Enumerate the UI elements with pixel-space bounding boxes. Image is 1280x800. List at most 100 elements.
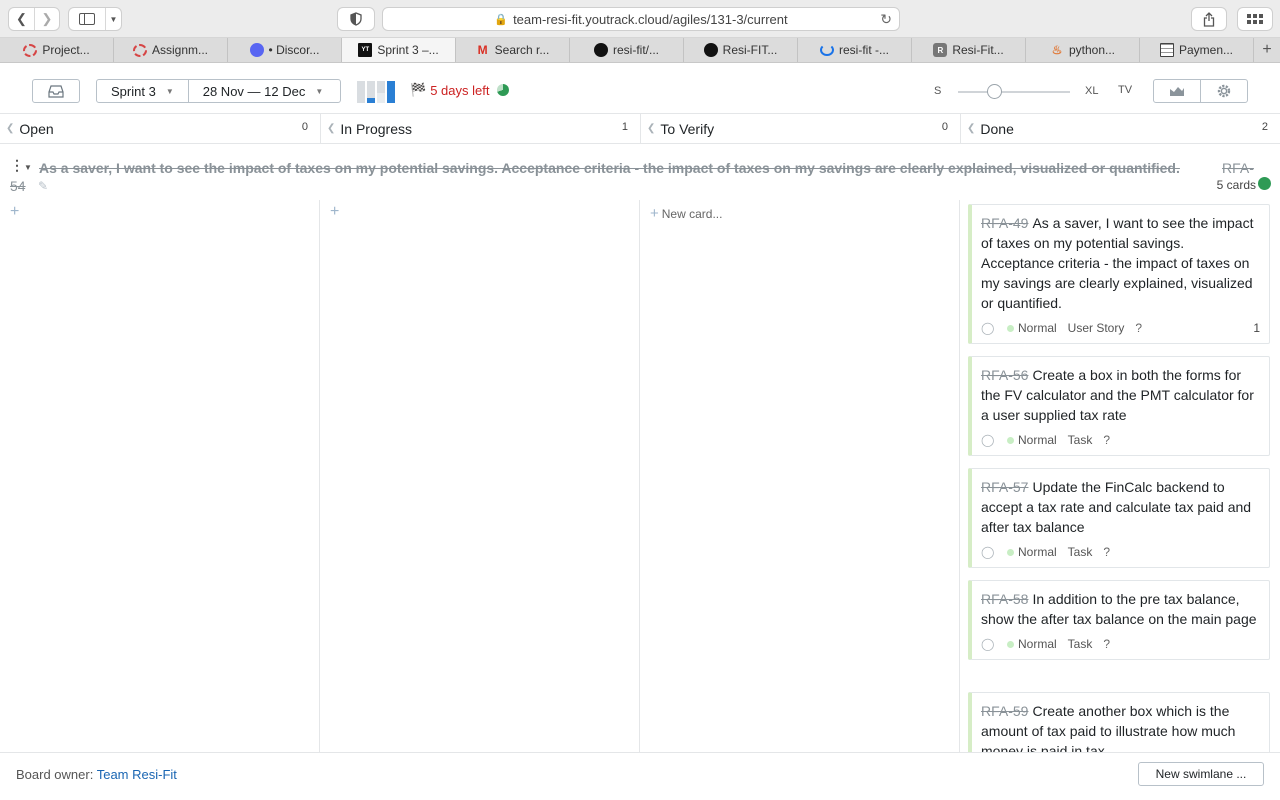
priority-color-icon	[1007, 548, 1014, 556]
card-issue-id[interactable]: RFA-57	[981, 479, 1028, 495]
issue-card[interactable]: RFA-59 Create another box which is the am…	[968, 692, 1270, 752]
more-options-icon[interactable]: ⋮	[10, 158, 24, 172]
sidebar-menu-button[interactable]: ▼	[105, 8, 121, 30]
column-to-verify-body: + New card...	[640, 200, 960, 752]
browser-tab[interactable]: resi-fit/...	[570, 38, 684, 62]
collapse-chevron-icon[interactable]: ❮	[327, 123, 335, 134]
browser-tab[interactable]: ♨ python...	[1026, 38, 1140, 62]
sprint-dropdown[interactable]: Sprint 3 ▼	[97, 80, 188, 102]
card-comment-count: 1	[1253, 321, 1260, 335]
card-priority[interactable]: Normal	[1018, 545, 1057, 559]
browser-tab[interactable]: Project...	[0, 38, 114, 62]
browser-tab[interactable]: R Resi-Fit...	[912, 38, 1026, 62]
share-button[interactable]	[1191, 7, 1227, 31]
reload-icon[interactable]: ↻	[880, 11, 892, 28]
column-in-progress[interactable]: ❮ In Progress 1	[320, 114, 640, 143]
card-issue-id[interactable]: RFA-56	[981, 367, 1028, 383]
privacy-button[interactable]	[337, 7, 375, 31]
priority-color-icon	[1007, 436, 1014, 444]
column-to-verify[interactable]: ❮ To Verify 0	[640, 114, 960, 143]
column-count: 0	[301, 121, 308, 133]
card-text: RFA-58 In addition to the pre tax balance…	[981, 589, 1260, 629]
column-open-body: +	[0, 200, 320, 752]
board-owner-label: Board owner:	[16, 767, 94, 782]
share-icon	[1203, 11, 1215, 27]
collapse-chevron-icon[interactable]: ❮	[647, 123, 655, 134]
caret-down-icon: ▼	[315, 86, 324, 96]
card-size-xl-label[interactable]: XL	[1085, 85, 1098, 97]
card-type[interactable]: Task	[1068, 545, 1093, 559]
issue-card[interactable]: RFA-57 Update the FinCalc backend to acce…	[968, 468, 1270, 568]
card-size-slider-track[interactable]	[958, 91, 1070, 93]
column-count: 0	[941, 121, 948, 133]
collapse-chevron-icon[interactable]: ❮	[6, 123, 14, 134]
browser-tab[interactable]: YT Sprint 3 –...	[342, 38, 456, 62]
card-issue-id[interactable]: RFA-49	[981, 215, 1028, 231]
browser-tab[interactable]: • Discor...	[228, 38, 342, 62]
forward-button[interactable]: ❯	[34, 8, 59, 30]
github-icon	[703, 43, 718, 57]
sprint-dates: 28 Nov — 12 Dec	[202, 83, 306, 99]
card-estimate[interactable]: ?	[1135, 321, 1142, 335]
card-size-small-label[interactable]: S	[934, 85, 941, 97]
backlog-button[interactable]	[32, 79, 80, 103]
browser-tab-label: resi-fit -...	[839, 43, 889, 57]
board-owner-link[interactable]: Team Resi-Fit	[97, 767, 177, 782]
card-estimate[interactable]: ?	[1103, 637, 1110, 651]
assignee-icon[interactable]: ◯	[981, 321, 995, 335]
add-card-plus-icon[interactable]: +	[330, 203, 339, 221]
discord-icon	[249, 43, 264, 57]
card-size-slider-handle[interactable]	[987, 84, 1002, 99]
new-tab-plus-icon[interactable]: +	[1254, 38, 1280, 62]
add-card-plus-icon[interactable]: +	[10, 203, 19, 221]
address-bar[interactable]: 🔒 team-resi-fit.youtrack.cloud/agiles/13…	[382, 7, 900, 31]
issue-card[interactable]: RFA-49 As a saver, I want to see the impa…	[968, 204, 1270, 344]
assignee-icon[interactable]: ◯	[981, 637, 995, 651]
pencil-icon[interactable]: ✎	[38, 179, 48, 193]
back-button[interactable]: ❮	[9, 8, 34, 30]
sprint-dates-dropdown[interactable]: 28 Nov — 12 Dec ▼	[187, 80, 338, 102]
days-left-indicator: 🏁 5 days left	[410, 82, 510, 98]
settings-button[interactable]	[1200, 80, 1247, 102]
assignee-icon[interactable]: ◯	[981, 433, 995, 447]
column-count: 2	[1261, 121, 1268, 133]
tv-mode-button[interactable]: TV	[1118, 84, 1132, 96]
collapse-chevron-icon[interactable]: ❮	[967, 123, 975, 134]
issue-card[interactable]: RFA-56 Create a box in both the forms for…	[968, 356, 1270, 456]
reports-button[interactable]	[1154, 80, 1200, 102]
card-type[interactable]: User Story	[1068, 321, 1125, 335]
assignee-icon[interactable]: ◯	[981, 545, 995, 559]
collapse-caret-icon[interactable]: ▼	[24, 163, 32, 172]
swimlane-issue-id-cont[interactable]: 54	[10, 178, 26, 194]
browser-tab[interactable]: Assignm...	[114, 38, 228, 62]
browser-tab[interactable]: M Search r...	[456, 38, 570, 62]
swimlane-issue-id[interactable]: RFA-	[1222, 160, 1254, 176]
card-text: RFA-59 Create another box which is the am…	[981, 701, 1260, 752]
swimlane-title[interactable]: As a saver, I want to see the impact of …	[39, 160, 1219, 176]
card-priority[interactable]: Normal	[1018, 433, 1057, 447]
new-swimlane-button[interactable]: New swimlane ...	[1138, 762, 1264, 786]
column-done[interactable]: ❮ Done 2	[960, 114, 1280, 143]
nav-buttons: ❮ ❯	[8, 7, 60, 31]
card-type[interactable]: Task	[1068, 637, 1093, 651]
card-priority[interactable]: Normal	[1018, 637, 1057, 651]
card-estimate[interactable]: ?	[1103, 545, 1110, 559]
sync-icon	[820, 44, 834, 56]
dashed-circle-icon	[132, 43, 147, 57]
card-priority[interactable]: Normal	[1018, 321, 1057, 335]
card-issue-id[interactable]: RFA-58	[981, 591, 1028, 607]
card-fields: ◯ Normal User Story? 1	[981, 313, 1260, 343]
sidebar-button[interactable]	[69, 8, 105, 30]
browser-tab[interactable]: resi-fit -...	[798, 38, 912, 62]
tab-overview-button[interactable]	[1237, 7, 1273, 31]
column-open[interactable]: ❮ Open 0	[0, 114, 320, 143]
caret-down-icon: ▼	[165, 86, 174, 96]
browser-tab[interactable]: Paymen...	[1140, 38, 1254, 62]
new-card-button[interactable]: + New card...	[650, 205, 722, 222]
card-estimate[interactable]: ?	[1103, 433, 1110, 447]
card-type[interactable]: Task	[1068, 433, 1093, 447]
issue-card[interactable]: RFA-58 In addition to the pre tax balance…	[968, 580, 1270, 660]
burndown-mini-chart[interactable]	[357, 81, 395, 103]
card-issue-id[interactable]: RFA-59	[981, 703, 1028, 719]
browser-tab[interactable]: Resi-FIT...	[684, 38, 798, 62]
